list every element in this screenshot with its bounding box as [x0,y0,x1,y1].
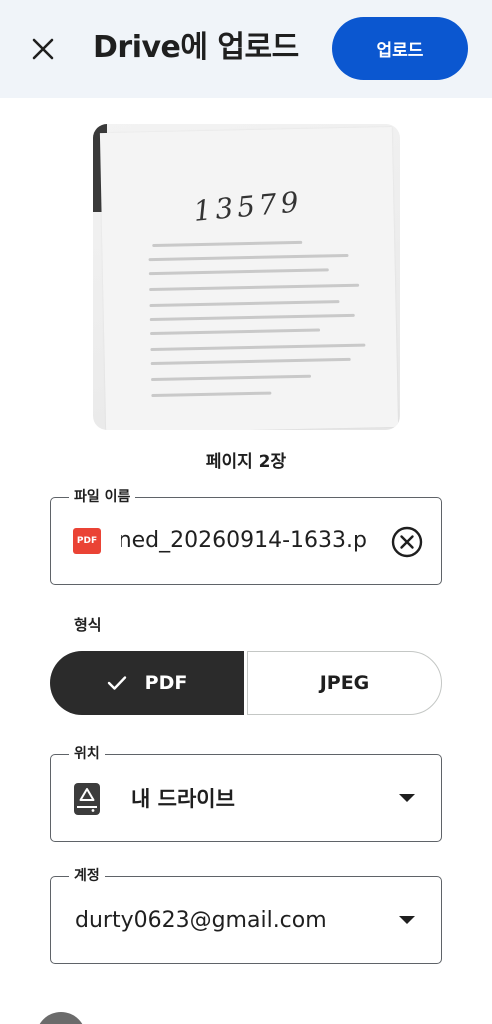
app-bar: Drive에 업로드 업로드 [0,0,492,98]
file-name-input[interactable]: ned_20260914-1633.p [121,525,367,557]
format-option-pdf-label: PDF [144,672,188,694]
format-label: 형식 [74,616,102,634]
account-label: 계정 [69,866,105,886]
format-option-jpeg[interactable]: JPEG [247,651,442,715]
avatar [36,1012,86,1024]
text-line [150,343,366,352]
file-name-text: ned_20260914-1633.p [121,528,367,553]
location-label: 위치 [69,744,105,764]
close-icon [32,38,54,60]
handwritten-number: 13579 [192,185,304,228]
file-name-label: 파일 이름 [69,487,136,507]
check-icon [107,675,127,691]
pdf-file-icon: PDF [73,528,101,554]
text-line [148,268,329,276]
file-name-field[interactable]: 파일 이름 PDF ned_20260914-1633.p [50,487,442,585]
page-title: Drive에 업로드 [93,30,299,65]
text-line [149,313,355,322]
text-line [148,253,349,262]
scanned-page: 13579 [99,126,399,430]
text-line [150,328,321,336]
format-option-pdf[interactable]: PDF [50,651,244,715]
page-count-label: 페이지 2장 [205,452,287,472]
text-line [149,283,360,292]
clear-text-button[interactable] [389,524,425,560]
chevron-down-icon [399,916,415,924]
text-line [151,374,312,382]
account-value: durty0623@gmail.com [75,908,327,933]
text-line [152,240,303,248]
account-dropdown[interactable]: 계정 durty0623@gmail.com [50,866,442,964]
document-preview-thumbnail[interactable]: 13579 [93,124,400,430]
upload-button[interactable]: 업로드 [332,17,468,80]
location-dropdown[interactable]: 위치 내 드라이브 [50,744,442,842]
text-line [151,391,272,398]
chevron-down-icon [399,794,415,802]
format-option-jpeg-label: JPEG [319,672,370,694]
my-drive-icon [73,782,101,816]
location-value: 내 드라이브 [131,787,235,811]
close-button[interactable] [22,28,64,70]
text-line [150,357,351,366]
text-line [149,300,340,308]
clear-circle-icon [391,526,423,558]
